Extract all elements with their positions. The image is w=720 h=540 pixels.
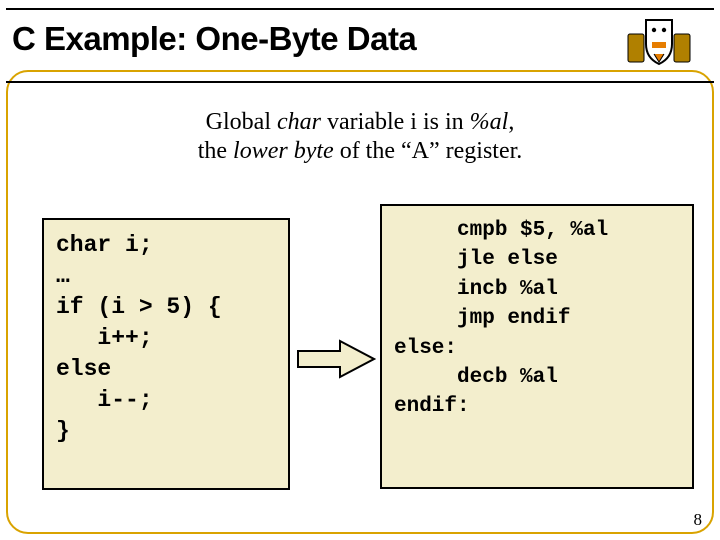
subtitle-l1c: , [508, 109, 514, 135]
shield-logo-icon [624, 12, 694, 74]
title-bar: C Example: One-Byte Data [6, 8, 714, 83]
subtitle-ital-al: %al [470, 109, 509, 135]
title-rule-top [6, 8, 714, 10]
arrow-right-icon [296, 338, 376, 380]
subtitle: Global char variable i is in %al, the lo… [0, 108, 720, 166]
page-title: C Example: One-Byte Data [12, 20, 416, 58]
subtitle-ital-lowerbyte: lower byte [233, 138, 334, 164]
slide: C Example: One-Byte Data Global char var… [0, 0, 720, 540]
page-number: 8 [694, 510, 703, 530]
asm-code-box: cmpb $5, %al jle else incb %al jmp endif… [380, 204, 694, 489]
subtitle-l1a: Global [206, 109, 277, 135]
c-code-box: char i; … if (i > 5) { i++; else i--; } [42, 218, 290, 490]
subtitle-l2b: of the “A” register. [334, 138, 523, 164]
subtitle-l2a: the [198, 138, 233, 164]
title-rule-bottom [6, 81, 714, 83]
subtitle-ital-char: char [277, 109, 321, 135]
subtitle-l1b: variable i is in [321, 109, 470, 135]
